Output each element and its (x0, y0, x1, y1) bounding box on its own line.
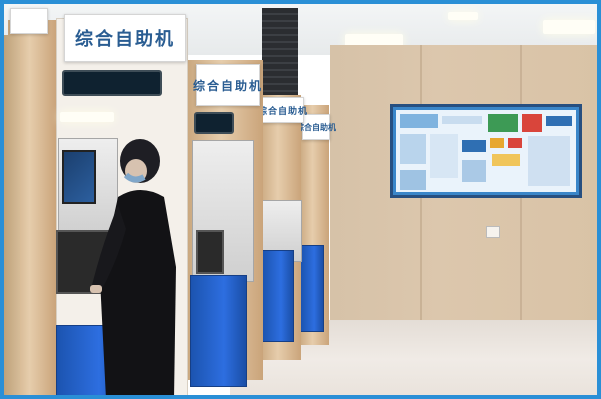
kiosk-cabinet (300, 245, 324, 332)
ceiling-light (448, 12, 478, 20)
ceiling-vent-panel (262, 8, 298, 108)
ceiling-light (60, 112, 114, 122)
bulletin-board (390, 104, 582, 198)
led-display (194, 112, 234, 134)
booth-partition (0, 35, 20, 399)
booth-sign (10, 8, 48, 34)
booth-sign: 综合自助机 (258, 97, 307, 123)
wall-switch (486, 226, 500, 238)
bulletin-board-poster (396, 110, 576, 192)
person-using-kiosk (90, 139, 176, 399)
led-display (62, 70, 162, 96)
booth-sign: 综合自助机 (193, 64, 261, 106)
photo-scene: 综合自助机 综合自助机 综合自助机 综合自助机 (0, 0, 601, 399)
kiosk-cabinet (262, 250, 294, 342)
ceiling-light (543, 20, 595, 34)
booth-sign: 综合自助机 (296, 114, 336, 140)
booth-sign: 综合自助机 (64, 14, 186, 62)
